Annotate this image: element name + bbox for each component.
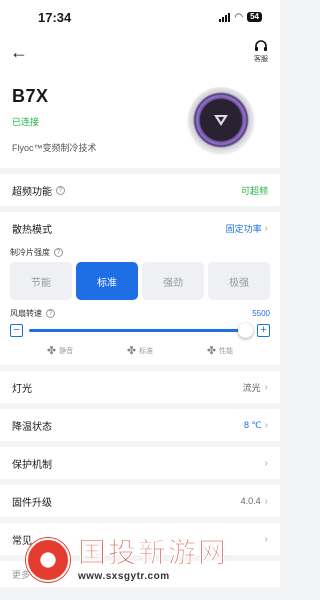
- device-logo-icon: [214, 115, 228, 126]
- fan-decrease-button[interactable]: −: [10, 323, 23, 337]
- overclock-row[interactable]: 超频功能 ? 可超频: [0, 174, 280, 206]
- service-label: 客服: [254, 56, 268, 63]
- fan-mode-performance[interactable]: ✤ 性能: [207, 344, 233, 357]
- headset-icon: [255, 40, 267, 51]
- signal-icon: [219, 12, 231, 22]
- chevron-right-icon: ›: [264, 495, 268, 507]
- watermark: 国投新游网 www.sxsgytr.com: [0, 520, 280, 600]
- device-info: B7X 已连接 Flyoc™变频制冷技术: [12, 86, 97, 154]
- protection-row[interactable]: 保护机制 ›: [0, 447, 280, 479]
- light-value: 流光: [242, 382, 261, 393]
- strength-option-strong[interactable]: 强劲: [142, 262, 204, 300]
- fan-mode-label: 静音: [59, 347, 74, 355]
- overclock-value: 可超频: [240, 185, 268, 196]
- cooling-state-label: 降温状态: [12, 421, 52, 433]
- fan-speed-label: 风扇转速: [10, 308, 42, 318]
- help-icon[interactable]: ?: [54, 247, 63, 257]
- fan-performance-icon: ✤: [206, 345, 217, 357]
- fan-mode-quiet[interactable]: ✤ 静音: [47, 344, 73, 357]
- light-label: 灯光: [12, 383, 32, 395]
- fan-speed-value: 5500: [252, 308, 270, 318]
- overclock-label: 超频功能: [12, 186, 52, 198]
- firmware-row[interactable]: 固件升级 4.0.4 ›: [0, 485, 280, 517]
- strength-option-standard[interactable]: 标准: [76, 262, 138, 300]
- fan-speed-slider[interactable]: [29, 322, 253, 338]
- protection-label: 保护机制: [12, 459, 52, 471]
- cooler-panel: 制冷片强度 ? 节能 标准 强劲 极强 风扇转速 ? 5500 − + ✤ 静音…: [0, 244, 280, 365]
- status-time: 17:34: [38, 9, 72, 25]
- chevron-right-icon: ›: [264, 457, 268, 469]
- cooling-mode-value: 固定功率: [225, 223, 262, 234]
- fan-mode-standard[interactable]: ✤ 标准: [127, 344, 153, 357]
- chevron-right-icon: ›: [264, 381, 268, 393]
- firmware-label: 固件升级: [12, 497, 52, 509]
- device-image: [188, 87, 254, 153]
- help-icon[interactable]: ?: [56, 185, 65, 195]
- slider-thumb[interactable]: [238, 322, 253, 338]
- cooling-mode-row[interactable]: 散热模式 固定功率 ›: [0, 212, 280, 244]
- fan-mode-label: 标准: [139, 347, 154, 355]
- help-icon[interactable]: ?: [46, 308, 55, 318]
- cooling-state-row[interactable]: 降温状态 8 ℃ ›: [0, 409, 280, 441]
- device-name: B7X: [12, 86, 49, 106]
- header: ← 客服: [0, 34, 280, 70]
- connection-status: 已连接: [12, 117, 40, 127]
- fan-increase-button[interactable]: +: [257, 323, 270, 337]
- strength-option-eco[interactable]: 节能: [10, 262, 72, 300]
- device-card: B7X 已连接 Flyoc™变频制冷技术: [0, 70, 280, 168]
- customer-service-button[interactable]: 客服: [254, 40, 268, 64]
- status-bar: 17:34 ◠ 54: [0, 0, 280, 34]
- fan-modes: ✤ 静音 ✤ 标准 ✤ 性能: [10, 344, 270, 357]
- battery-icon: 54: [247, 12, 262, 22]
- watermark-title: 国投新游网: [78, 536, 229, 568]
- cooler-strength-options: 节能 标准 强劲 极强: [10, 262, 270, 300]
- fan-quiet-icon: ✤: [46, 345, 57, 357]
- cooling-mode-label: 散热模式: [12, 224, 52, 236]
- back-arrow-icon[interactable]: ←: [10, 43, 28, 61]
- cooling-state-value: 8 ℃: [244, 419, 262, 430]
- watermark-url: www.sxsgytr.com: [78, 570, 170, 582]
- light-row[interactable]: 灯光 流光 ›: [0, 371, 280, 403]
- fan-mode-label: 性能: [219, 347, 234, 355]
- strength-option-extreme[interactable]: 极强: [208, 262, 270, 300]
- cooler-strength-label: 制冷片强度: [10, 247, 50, 257]
- firmware-version: 4.0.4: [240, 496, 261, 506]
- wifi-icon: ◠: [234, 11, 244, 23]
- watermark-logo-icon: [26, 538, 70, 582]
- device-tech: Flyoc™变频制冷技术: [12, 143, 97, 153]
- chevron-right-icon: ›: [264, 222, 268, 234]
- status-icons: ◠ 54: [219, 12, 262, 23]
- fan-standard-icon: ✤: [126, 345, 137, 357]
- chevron-right-icon: ›: [264, 419, 268, 431]
